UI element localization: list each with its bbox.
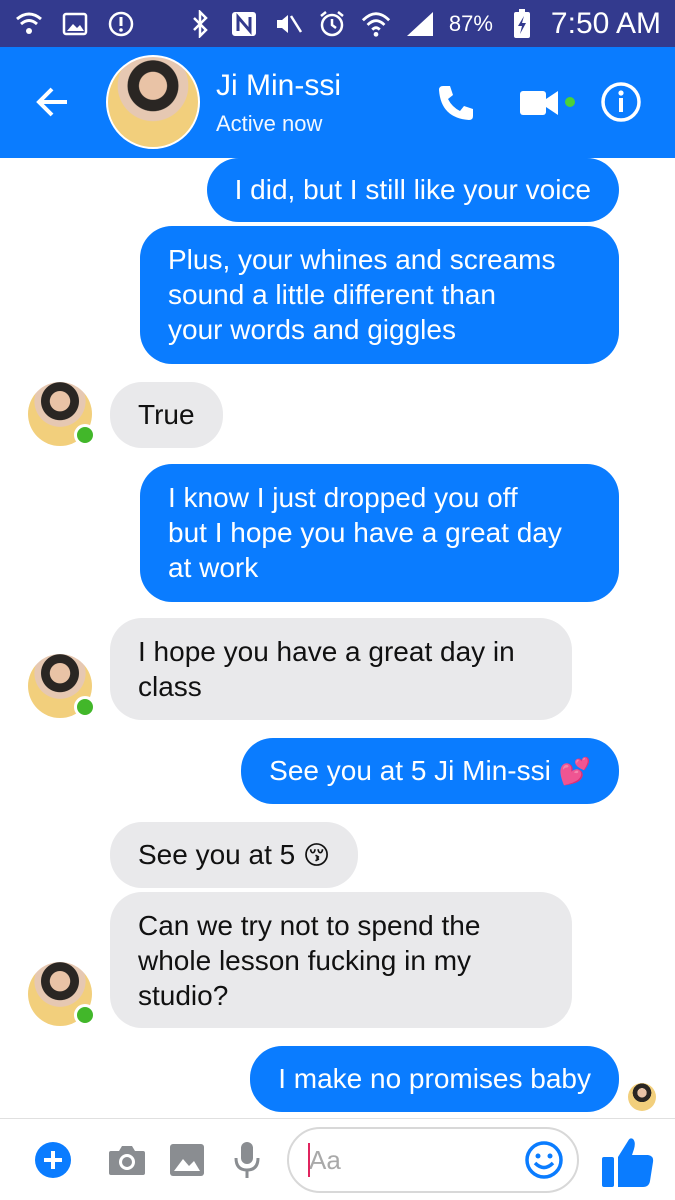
camera-button[interactable] (106, 1139, 148, 1181)
bluetooth-icon (185, 9, 215, 39)
signal-icon (405, 9, 435, 39)
read-receipt-avatar (628, 1083, 656, 1111)
alarm-icon (317, 9, 347, 39)
voice-message-button[interactable] (226, 1139, 268, 1181)
message-line: class (138, 671, 202, 702)
image-icon (60, 9, 90, 39)
message-line: studio? (138, 980, 229, 1011)
message-thread[interactable]: I did, but I still like your voice Plus,… (0, 158, 675, 1118)
info-button[interactable] (600, 81, 642, 123)
add-button[interactable] (32, 1139, 74, 1181)
contact-status: Active now (216, 111, 323, 136)
message-line: Can we try not to spend the (138, 910, 481, 941)
message-line: Plus, your whines and screams (168, 244, 556, 275)
thumbs-up-icon (602, 1138, 654, 1187)
status-bar: 87% 7:50 AM (0, 0, 675, 47)
gallery-button[interactable] (166, 1139, 208, 1181)
message-line: at work (168, 552, 259, 583)
online-indicator (74, 424, 96, 446)
video-active-indicator (565, 97, 575, 107)
message-bubble-incoming[interactable]: I hope you have a great day in class (110, 618, 572, 720)
message-bubble-outgoing[interactable]: I know I just dropped you off but I hope… (140, 464, 619, 602)
message-bubble-outgoing[interactable]: Plus, your whines and screams sound a li… (140, 226, 619, 364)
conversation-header: Ji Min-ssi Active now (0, 47, 675, 158)
message-bubble-incoming[interactable]: True (110, 382, 223, 448)
emoji-button[interactable] (523, 1139, 565, 1181)
message-line: your words and giggles (168, 314, 456, 345)
message-line: I hope you have a great day in (138, 636, 515, 667)
nfc-icon (229, 9, 259, 39)
message-bubble-incoming[interactable]: Can we try not to spend the whole lesson… (110, 892, 572, 1028)
message-bubble-outgoing[interactable]: I did, but I still like your voice (206, 158, 619, 222)
wifi-calling-icon (14, 9, 44, 39)
clock: 7:50 AM (550, 6, 661, 40)
kissing-face-icon: 😚 (303, 841, 331, 871)
online-indicator (74, 696, 96, 718)
back-button[interactable] (30, 79, 76, 125)
wifi-icon (361, 9, 391, 39)
message-composer (0, 1118, 675, 1200)
message-line: sound a little different than (168, 279, 496, 310)
contact-avatar[interactable] (106, 55, 200, 149)
alert-icon (106, 9, 136, 39)
back-arrow-icon (36, 87, 67, 117)
message-text: I make no promises baby (278, 1063, 591, 1094)
message-line: but I hope you have a great day (168, 517, 562, 548)
gallery-icon (170, 1144, 204, 1176)
two-hearts-icon: 💕 (558, 757, 591, 787)
message-bubble-incoming[interactable]: See you at 5 😚 (110, 822, 359, 888)
mute-icon (273, 9, 303, 39)
message-bubble-outgoing[interactable]: See you at 5 Ji Min-ssi 💕 (241, 738, 619, 804)
message-line: I know I just dropped you off (168, 482, 518, 513)
camera-icon (109, 1146, 145, 1175)
video-call-button[interactable] (518, 85, 560, 121)
message-line: whole lesson fucking in my (138, 945, 472, 976)
message-text: See you at 5 Ji Min-ssi (269, 755, 551, 786)
battery-percent: 87% (448, 10, 493, 36)
battery-charging-icon (507, 8, 537, 39)
message-text: True (138, 399, 195, 430)
message-bubble-outgoing[interactable]: I make no promises baby (250, 1046, 619, 1112)
microphone-icon (234, 1142, 260, 1178)
message-text: I did, but I still like your voice (234, 174, 591, 205)
phone-icon (439, 86, 473, 120)
online-indicator (74, 1004, 96, 1026)
text-caret (308, 1143, 310, 1177)
contact-name[interactable]: Ji Min-ssi (216, 69, 341, 103)
add-icon (35, 1142, 71, 1178)
message-text: See you at 5 (138, 839, 296, 870)
like-button[interactable] (598, 1133, 656, 1191)
emoji-icon (525, 1141, 563, 1179)
voice-call-button[interactable] (435, 82, 477, 124)
info-icon (601, 82, 641, 122)
video-camera-icon (520, 91, 558, 115)
